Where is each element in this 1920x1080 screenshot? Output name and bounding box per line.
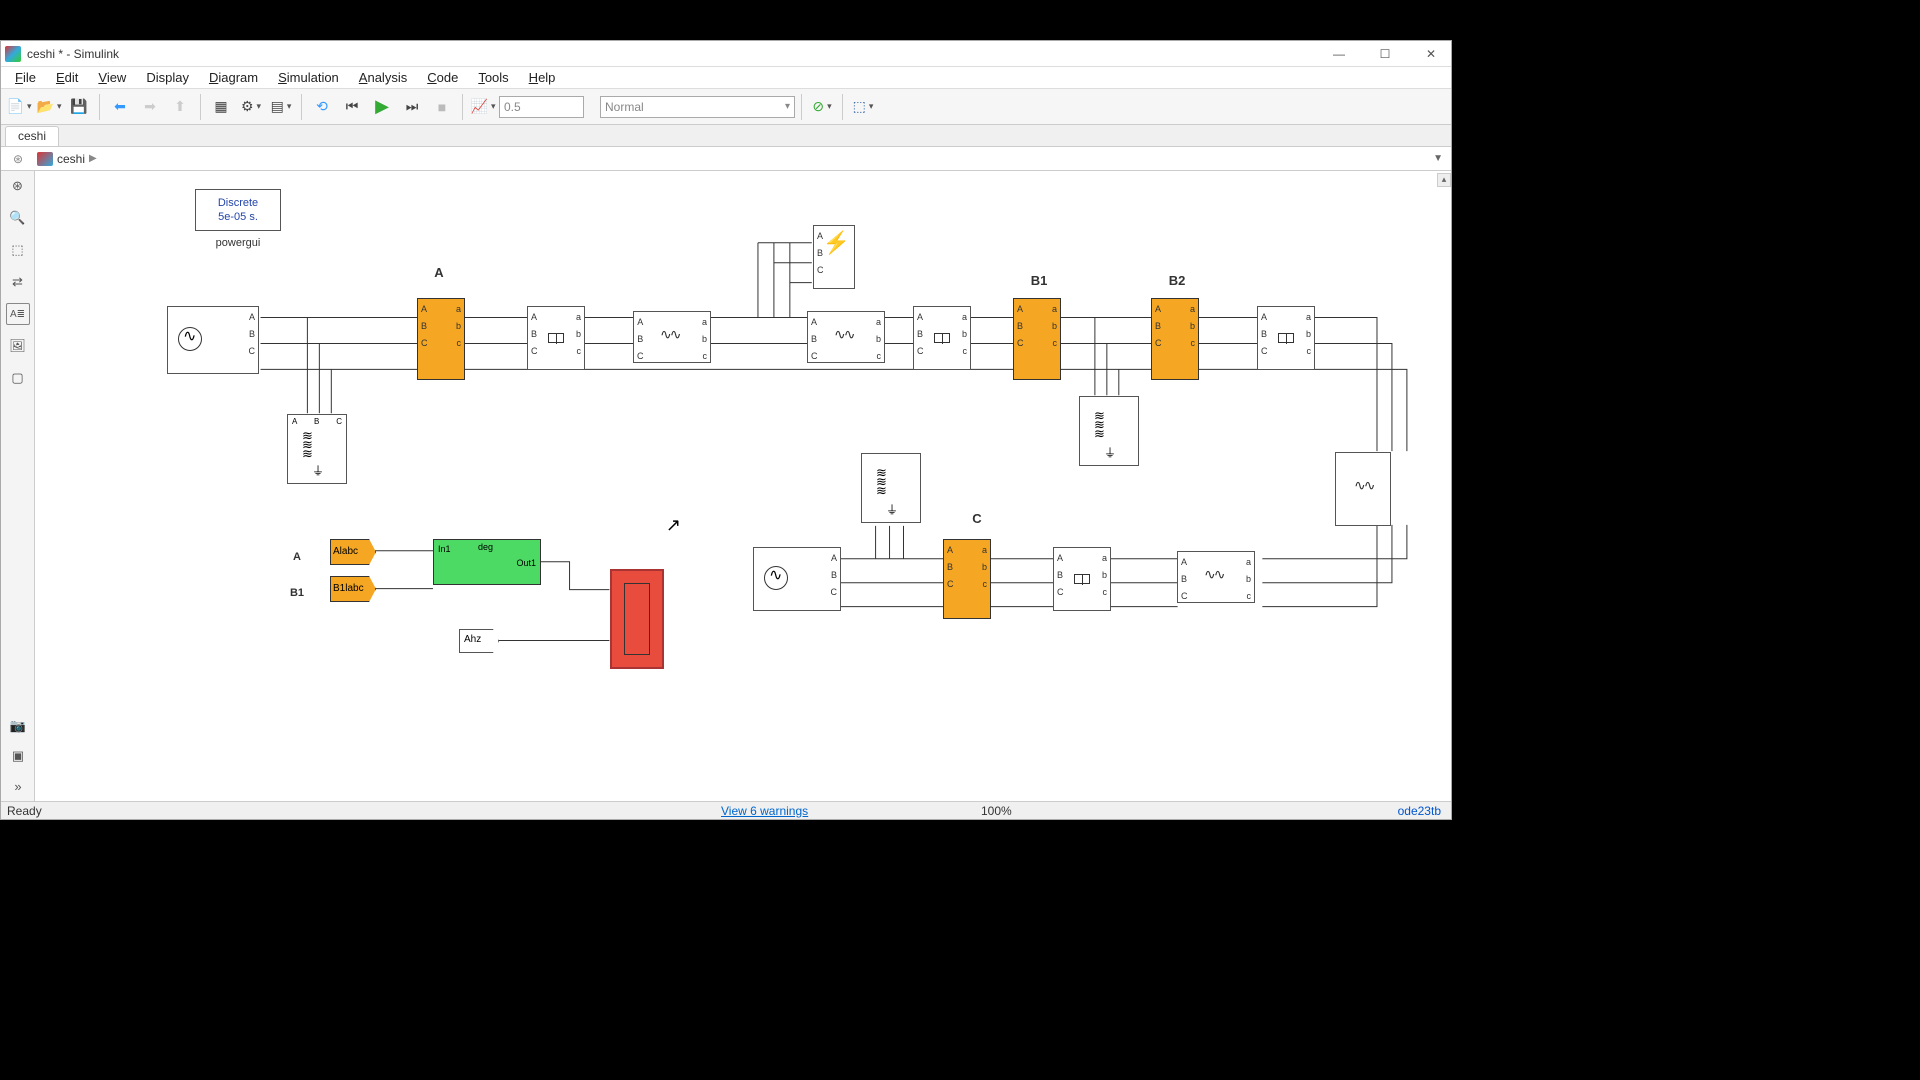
scope-screen-icon xyxy=(624,583,650,655)
close-button[interactable]: ✕ xyxy=(1417,45,1445,63)
hide-browser-button[interactable]: ⊛ xyxy=(7,149,29,169)
maximize-button[interactable]: ☐ xyxy=(1371,45,1399,63)
build-button[interactable]: ⬚ xyxy=(849,93,877,121)
bus-A-block[interactable]: ABC abc xyxy=(417,298,465,380)
breadcrumb-root[interactable]: ceshi xyxy=(57,152,85,166)
breadcrumb-dropdown[interactable]: ▼ xyxy=(1433,153,1443,164)
expand-palette-button[interactable]: » xyxy=(6,775,30,797)
scroll-up-button[interactable]: ▴ xyxy=(1437,173,1451,187)
zoom-box-button[interactable]: ⬚ xyxy=(6,239,30,261)
label-B1: B1 xyxy=(1031,273,1048,288)
menubar: File Edit View Display Diagram Simulatio… xyxy=(1,67,1451,89)
scope-block[interactable] xyxy=(610,569,664,669)
bus-B2-block[interactable]: ABC abc xyxy=(1151,298,1199,380)
fit-to-view-button[interactable]: 🔍 xyxy=(6,207,30,229)
model-canvas[interactable]: ▴ xyxy=(35,171,1451,801)
menu-file[interactable]: File xyxy=(7,68,44,87)
menu-view[interactable]: View xyxy=(90,68,134,87)
powergui-block[interactable]: Discrete 5e-05 s. xyxy=(195,189,281,231)
stop-time-input[interactable] xyxy=(499,96,584,118)
library-browser-button[interactable]: ▦ xyxy=(207,93,235,121)
measure-block-4[interactable]: ABC abc xyxy=(1053,547,1111,611)
stop-button[interactable]: ■ xyxy=(428,93,456,121)
window-title: ceshi * - Simulink xyxy=(27,47,119,61)
update-diagram-button[interactable]: ⊘ xyxy=(808,93,836,121)
menu-tools[interactable]: Tools xyxy=(470,68,516,87)
step-forward-button[interactable]: ⏭ xyxy=(398,93,426,121)
menu-edit[interactable]: Edit xyxy=(48,68,86,87)
simulink-main-window: ceshi * - Simulink — ☐ ✕ File Edit View … xyxy=(0,40,1452,820)
view-warnings-link[interactable]: View 6 warnings xyxy=(721,804,808,818)
breadcrumb-bar: ⊛ ceshi ▶ ▼ xyxy=(1,147,1451,171)
toolbar: 📄 📂 💾 ⬅ ➡ ⬆ ▦ ⚙ ▤ ⟲ ⏮ ▶ ⏭ ■ 📈 Normal▾ ⊘ … xyxy=(1,89,1451,125)
fast-restart-button[interactable]: ⟲ xyxy=(308,93,336,121)
run-button[interactable]: ▶ xyxy=(368,93,396,121)
label-A: A xyxy=(434,265,443,280)
status-ready: Ready xyxy=(7,804,42,818)
step-back-button[interactable]: ⏮ xyxy=(338,93,366,121)
label-B2: B2 xyxy=(1169,273,1186,288)
three-phase-source-2[interactable]: ABC xyxy=(753,547,841,611)
annotation-button[interactable]: A≣ xyxy=(6,303,30,325)
three-phase-fault-block[interactable]: ABC xyxy=(813,225,855,289)
open-button[interactable]: 📂 xyxy=(35,93,63,121)
minimize-button[interactable]: — xyxy=(1325,45,1353,63)
screenshot-button[interactable]: 📷 xyxy=(6,715,30,737)
bus-B1-block[interactable]: ABC abc xyxy=(1013,298,1061,380)
rlc-block-3[interactable]: ABC abc xyxy=(1177,551,1255,603)
forward-button[interactable]: ➡ xyxy=(136,93,164,121)
simulink-icon xyxy=(5,46,21,62)
from-tag-B1labc[interactable]: B1labc xyxy=(330,576,376,602)
transformer-1[interactable]: ABC ≋≋≋ ⏚ xyxy=(287,414,347,484)
menu-diagram[interactable]: Diagram xyxy=(201,68,266,87)
transformer-2[interactable]: ≋≋≋ ⏚ xyxy=(1079,396,1139,466)
menu-analysis[interactable]: Analysis xyxy=(351,68,415,87)
three-phase-load[interactable] xyxy=(1335,452,1391,526)
subsystem-block[interactable]: In1 deg Out1 xyxy=(433,539,541,585)
from-tag-Ahz[interactable]: Ahz xyxy=(459,629,499,653)
powergui-label: powergui xyxy=(216,237,261,249)
save-button[interactable]: 💾 xyxy=(65,93,93,121)
tag-label-A: A xyxy=(293,551,301,563)
requirements-button[interactable]: ▣ xyxy=(6,745,30,767)
menu-display[interactable]: Display xyxy=(138,68,197,87)
menu-simulation[interactable]: Simulation xyxy=(270,68,347,87)
back-button[interactable]: ⬅ xyxy=(106,93,134,121)
simulation-mode-select[interactable]: Normal▾ xyxy=(600,96,795,118)
measure-block-3[interactable]: ABC abc xyxy=(1257,306,1315,370)
tag-label-B1: B1 xyxy=(290,587,304,599)
model-config-button[interactable]: ⚙ xyxy=(237,93,265,121)
model-tabbar: ceshi xyxy=(1,125,1451,147)
label-C: C xyxy=(972,511,981,526)
model-icon xyxy=(37,152,53,166)
hide-palette-button[interactable]: ⊛ xyxy=(6,175,30,197)
from-tag-Alabc[interactable]: Alabc xyxy=(330,539,376,565)
area-button[interactable]: ▢ xyxy=(6,367,30,389)
palette-bar: ⊛ 🔍 ⬚ ⇄ A≣ 🖼 ▢ 📷 ▣ » xyxy=(1,171,35,801)
image-button[interactable]: 🖼 xyxy=(6,335,30,357)
menu-help[interactable]: Help xyxy=(521,68,564,87)
solver-label[interactable]: ode23tb xyxy=(1398,804,1441,818)
rlc-block-2[interactable]: ABC abc xyxy=(807,311,885,363)
measure-block-1[interactable]: ABC abc xyxy=(527,306,585,370)
rlc-block-1[interactable]: ABC abc xyxy=(633,311,711,363)
zoom-level[interactable]: 100% xyxy=(981,804,1012,818)
transformer-3[interactable]: ≋≋≋ ⏚ xyxy=(861,453,921,523)
data-inspector-button[interactable]: 📈 xyxy=(469,93,497,121)
lightning-icon xyxy=(823,230,850,256)
new-model-button[interactable]: 📄 xyxy=(5,93,33,121)
bus-C-block[interactable]: ABC abc xyxy=(943,539,991,619)
mouse-cursor-icon xyxy=(665,515,681,535)
statusbar: Ready View 6 warnings 100% ode23tb xyxy=(1,801,1451,819)
measure-block-2[interactable]: ABC abc xyxy=(913,306,971,370)
titlebar: ceshi * - Simulink — ☐ ✕ xyxy=(1,41,1451,67)
three-phase-source-1[interactable]: ABC xyxy=(167,306,259,374)
model-explorer-button[interactable]: ▤ xyxy=(267,93,295,121)
tab-ceshi[interactable]: ceshi xyxy=(5,126,59,146)
autoarrange-button[interactable]: ⇄ xyxy=(6,271,30,293)
menu-code[interactable]: Code xyxy=(419,68,466,87)
chevron-right-icon: ▶ xyxy=(89,153,97,164)
up-button[interactable]: ⬆ xyxy=(166,93,194,121)
